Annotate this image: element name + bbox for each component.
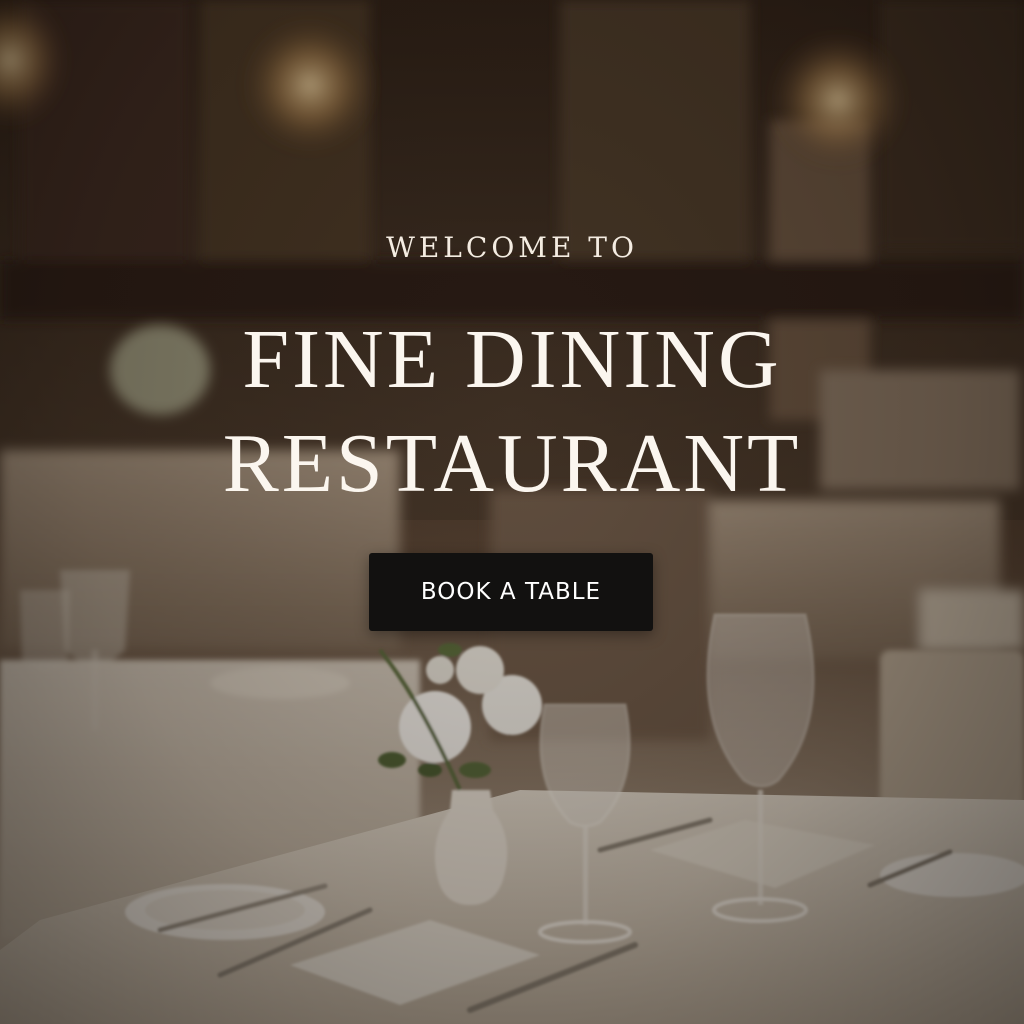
hero-content: WELCOME TO FINE DINING RESTAURANT BOOK A…: [0, 0, 1024, 1024]
welcome-eyebrow: WELCOME TO: [386, 231, 638, 264]
title-line-1: FINE DINING: [242, 313, 782, 406]
title-line-2: RESTAURANT: [222, 417, 802, 510]
hero-section: WELCOME TO FINE DINING RESTAURANT BOOK A…: [0, 0, 1024, 1024]
restaurant-title: FINE DINING RESTAURANT: [0, 308, 1024, 516]
book-a-table-button[interactable]: BOOK A TABLE: [369, 553, 653, 631]
